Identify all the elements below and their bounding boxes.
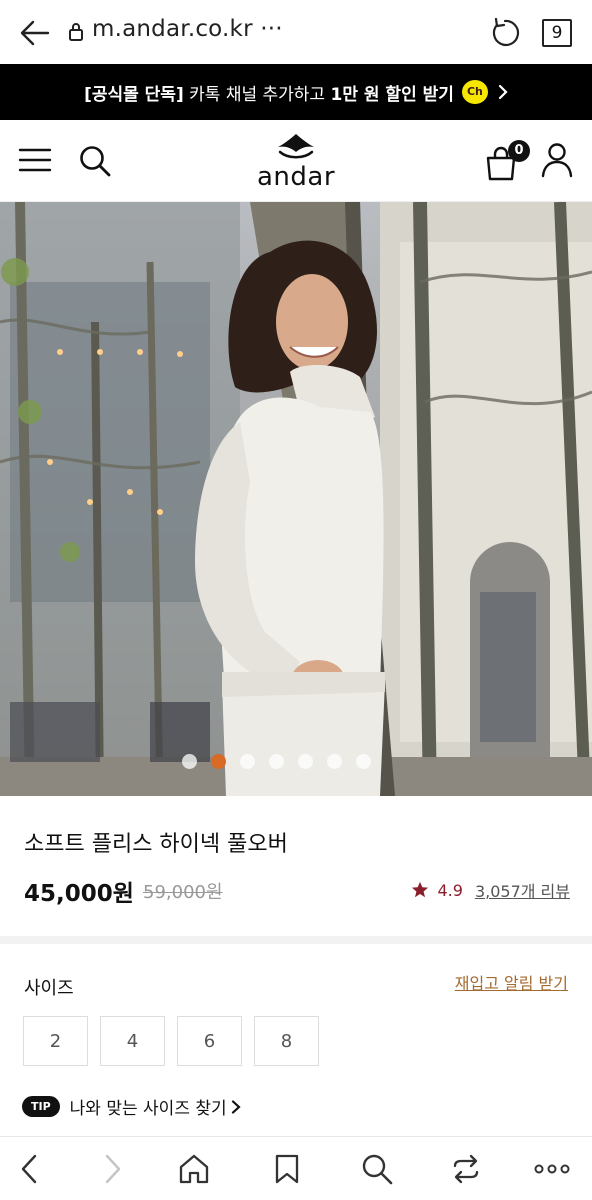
- restock-alert-link[interactable]: 재입고 알림 받기: [455, 970, 568, 994]
- size-options: 2 4 6 8: [23, 1016, 319, 1066]
- rating-score: 4.9: [437, 880, 463, 900]
- promo-bold-text: 1만 원 할인 받기: [330, 84, 454, 105]
- size-option-2[interactable]: 2: [23, 1016, 88, 1066]
- size-label: 사이즈: [24, 978, 74, 999]
- promo-bracket-text: [공식몰 단독]: [84, 84, 184, 105]
- kakao-channel-icon: Ch: [461, 80, 488, 104]
- size-option-8[interactable]: 8: [254, 1016, 319, 1066]
- carousel-dot[interactable]: [210, 754, 226, 769]
- browser-url-bar: m.andar.co.kr ··· 9: [0, 0, 592, 64]
- tip-badge: TIP: [22, 1096, 60, 1117]
- nav-back-icon[interactable]: [14, 1153, 46, 1185]
- more-options-icon[interactable]: [534, 1153, 570, 1185]
- product-image-carousel[interactable]: [0, 202, 592, 796]
- size-section: 사이즈 재입고 알림 받기 2 4 6 8 TIP 나와 맞는 사이즈 찾기: [0, 944, 592, 1136]
- promo-banner[interactable]: [공식몰 단독] 카톡 채널 추가하고 1만 원 할인 받기 Ch: [0, 64, 592, 120]
- user-icon[interactable]: [540, 142, 574, 178]
- cart-count-badge: 0: [508, 140, 530, 162]
- home-icon[interactable]: [178, 1153, 210, 1185]
- product-photo: [0, 202, 592, 796]
- search-icon[interactable]: [361, 1153, 393, 1185]
- nav-forward-icon[interactable]: [96, 1153, 128, 1185]
- product-info: 소프트 플리스 하이넥 풀오버 45,000원 59,000원 4.9 3,05…: [0, 796, 592, 936]
- site-header: andar 0: [0, 120, 592, 202]
- carousel-dot[interactable]: [239, 754, 255, 769]
- original-price: 59,000원: [143, 882, 223, 903]
- lock-icon: [69, 23, 83, 41]
- logo-text: andar: [256, 162, 336, 192]
- carousel-dot[interactable]: [326, 754, 342, 769]
- carousel-dot[interactable]: [355, 754, 371, 769]
- bookmark-icon[interactable]: [271, 1153, 303, 1185]
- carousel-dot[interactable]: [268, 754, 284, 769]
- logo-mark-icon: [278, 134, 314, 159]
- carousel-indicators: [0, 754, 572, 769]
- carousel-dot[interactable]: [181, 754, 197, 769]
- cart-button[interactable]: 0: [484, 140, 530, 182]
- section-divider: [0, 936, 592, 944]
- back-arrow-icon[interactable]: [18, 16, 52, 50]
- star-icon: [412, 881, 429, 898]
- tip-text: 나와 맞는 사이즈 찾기: [69, 1099, 227, 1119]
- browser-bottom-nav: [0, 1136, 592, 1200]
- hamburger-menu-icon[interactable]: [18, 146, 52, 174]
- andar-logo[interactable]: andar: [254, 132, 338, 196]
- size-option-4[interactable]: 4: [100, 1016, 165, 1066]
- search-icon[interactable]: [78, 144, 112, 178]
- chevron-right-icon: [498, 84, 508, 100]
- rating-summary[interactable]: 4.9 3,057개 리뷰: [411, 878, 570, 902]
- size-finder-link[interactable]: TIP 나와 맞는 사이즈 찾기: [22, 1094, 241, 1119]
- share-icon[interactable]: [450, 1153, 482, 1185]
- sale-price: 45,000원: [24, 881, 134, 907]
- review-count-link[interactable]: 3,057개 리뷰: [475, 878, 570, 902]
- url-text[interactable]: m.andar.co.kr ···: [92, 16, 283, 42]
- chevron-right-icon: [231, 1099, 241, 1114]
- promo-middle-text: 카톡 채널 추가하고: [183, 84, 331, 105]
- reload-icon[interactable]: [488, 16, 522, 50]
- carousel-dot[interactable]: [297, 754, 313, 769]
- product-name: 소프트 플리스 하이넥 풀오버: [24, 832, 288, 857]
- tab-count-button[interactable]: 9: [542, 19, 572, 47]
- size-option-6[interactable]: 6: [177, 1016, 242, 1066]
